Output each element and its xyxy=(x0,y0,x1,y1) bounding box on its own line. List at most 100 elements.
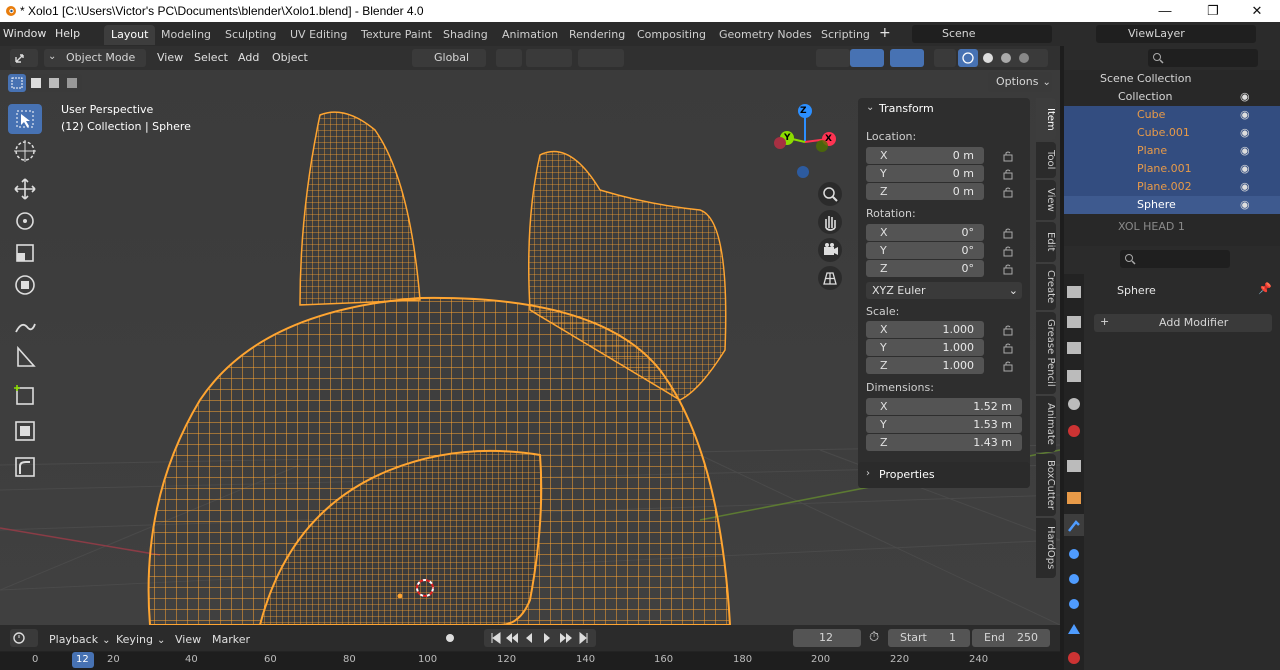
location-x-field[interactable]: X 0 m xyxy=(866,147,984,164)
editor-type-button[interactable] xyxy=(10,49,38,67)
transform-tool[interactable] xyxy=(8,270,42,300)
location-y-field[interactable]: Y 0 m xyxy=(866,165,984,182)
tab-animate[interactable]: Animate xyxy=(1036,396,1056,452)
tab-modeling[interactable]: Modeling xyxy=(154,25,218,45)
menu-object[interactable]: Object xyxy=(272,49,308,67)
scale-x-field[interactable]: X 1.000 xyxy=(866,321,984,338)
hardops-tool[interactable] xyxy=(8,452,42,482)
tab-uv-editing[interactable]: UV Editing xyxy=(283,25,354,45)
menu-marker[interactable]: Marker xyxy=(212,631,250,649)
editor-type-button[interactable] xyxy=(10,629,38,647)
add-modifier-button[interactable]: + Add Modifier xyxy=(1094,314,1272,332)
transform-header[interactable]: Transform xyxy=(879,102,934,115)
perspective-toggle-icon[interactable] xyxy=(818,266,842,290)
pin-icon[interactable]: 📌 xyxy=(1258,282,1272,295)
location-z-field[interactable]: Z 0 m xyxy=(866,183,984,200)
outliner-row-scene-collection[interactable]: Scene Collection xyxy=(1064,70,1280,88)
outliner-row-plane[interactable]: Plane ◉ xyxy=(1064,142,1280,160)
lock-icon[interactable] xyxy=(1002,263,1014,275)
properties-search-input[interactable] xyxy=(1120,250,1230,268)
tab-layout[interactable]: Layout xyxy=(104,25,156,45)
options-dropdown[interactable]: Options xyxy=(988,72,1052,92)
lock-icon[interactable] xyxy=(1002,150,1014,162)
tab-shading[interactable]: Shading xyxy=(436,25,495,45)
menu-add[interactable]: Add xyxy=(238,49,259,67)
scene-selector[interactable]: Scene xyxy=(912,25,1052,43)
visibility-icon[interactable] xyxy=(816,49,850,67)
outliner-row-xol-head[interactable]: XOL HEAD 1 xyxy=(1064,218,1280,236)
eye-icon[interactable]: ◉ xyxy=(1240,162,1250,175)
menu-view[interactable]: View xyxy=(175,631,201,649)
tab-create[interactable]: Create xyxy=(1036,264,1056,310)
mode-dropdown[interactable]: Object Mode xyxy=(44,49,146,67)
lock-icon[interactable] xyxy=(1002,168,1014,180)
tab-view[interactable]: View xyxy=(1036,180,1056,220)
camera-view-icon[interactable] xyxy=(818,238,842,262)
properties-subpanel-header[interactable]: › Properties xyxy=(858,462,1030,488)
pivot-icon[interactable] xyxy=(496,49,522,67)
rotation-z-field[interactable]: Z 0° xyxy=(866,260,984,277)
viewlayer-selector[interactable]: ViewLayer xyxy=(1096,25,1256,43)
overlay-toggle-icon[interactable] xyxy=(890,49,924,67)
eye-icon[interactable]: ◉ xyxy=(1240,108,1250,121)
start-frame-field[interactable]: Start 1 xyxy=(888,629,970,647)
outliner-row-cube[interactable]: Cube ◉ xyxy=(1064,106,1280,124)
select-box-tool[interactable] xyxy=(8,104,42,134)
stopwatch-icon[interactable]: ⏱ xyxy=(869,630,879,645)
add-cube-tool[interactable] xyxy=(8,380,42,410)
eye-icon[interactable]: ◉ xyxy=(1240,90,1250,103)
eye-icon[interactable]: ◉ xyxy=(1240,144,1250,157)
menu-keying[interactable]: Keying xyxy=(116,631,165,649)
menu-playback[interactable]: Playback xyxy=(49,631,110,649)
tab-boxcutter[interactable]: BoxCutter xyxy=(1036,454,1056,516)
dimensions-z-field[interactable]: Z 1.43 m xyxy=(866,434,1022,451)
eye-icon[interactable]: ◉ xyxy=(1240,198,1250,211)
lock-icon[interactable] xyxy=(1002,227,1014,239)
gizmo-toggle-icon[interactable] xyxy=(850,49,884,67)
move-tool[interactable] xyxy=(8,174,42,204)
tab-item[interactable]: Item xyxy=(1036,98,1056,140)
minimize-button[interactable]: — xyxy=(1142,0,1188,22)
outliner-search-input[interactable] xyxy=(1148,49,1258,67)
tab-rendering[interactable]: Rendering xyxy=(562,25,632,45)
xray-icon[interactable] xyxy=(934,49,956,67)
tab-texture-paint[interactable]: Texture Paint xyxy=(354,25,439,45)
close-button[interactable]: ✕ xyxy=(1234,0,1280,22)
measure-tool[interactable] xyxy=(8,342,42,372)
annotate-tool[interactable] xyxy=(8,310,42,340)
end-frame-field[interactable]: End 250 xyxy=(972,629,1050,647)
menu-window[interactable]: Window xyxy=(3,27,46,40)
lock-icon[interactable] xyxy=(1002,342,1014,354)
menu-select[interactable]: Select xyxy=(194,49,228,67)
pan-hand-icon[interactable] xyxy=(818,210,842,234)
proportional-edit-icon[interactable] xyxy=(578,49,624,67)
menu-help[interactable]: Help xyxy=(55,27,80,40)
eye-icon[interactable]: ◉ xyxy=(1240,126,1250,139)
outliner-row-cube-001[interactable]: Cube.001 ◉ xyxy=(1064,124,1280,142)
outliner-row-plane-001[interactable]: Plane.001 ◉ xyxy=(1064,160,1280,178)
cursor-tool[interactable] xyxy=(8,136,42,166)
lock-icon[interactable] xyxy=(1002,360,1014,372)
rotation-mode-dropdown[interactable]: XYZ Euler ⌄ xyxy=(866,282,1022,299)
add-workspace-button[interactable]: + xyxy=(879,25,891,41)
rotation-y-field[interactable]: Y 0° xyxy=(866,242,984,259)
boxcutter-tool[interactable] xyxy=(8,416,42,446)
lock-icon[interactable] xyxy=(1002,324,1014,336)
zoom-icon[interactable] xyxy=(818,182,842,206)
tab-edit[interactable]: Edit xyxy=(1036,222,1056,262)
rotation-x-field[interactable]: X 0° xyxy=(866,224,984,241)
rotate-tool[interactable] xyxy=(8,206,42,236)
scale-z-field[interactable]: Z 1.000 xyxy=(866,357,984,374)
tab-tool[interactable]: Tool xyxy=(1036,142,1056,178)
outliner-row-collection[interactable]: Collection ◉ xyxy=(1064,88,1280,106)
outliner-row-sphere[interactable]: Sphere ◉ xyxy=(1064,196,1280,214)
chevron-down-icon[interactable]: ⌄ xyxy=(866,102,874,113)
tab-geometry-nodes[interactable]: Geometry Nodes xyxy=(712,25,819,45)
tab-hardops[interactable]: HardOps xyxy=(1036,518,1056,578)
tab-scripting[interactable]: Scripting xyxy=(814,25,877,45)
tab-sculpting[interactable]: Sculpting xyxy=(218,25,283,45)
scale-tool[interactable] xyxy=(8,238,42,268)
eye-icon[interactable]: ◉ xyxy=(1240,180,1250,193)
lock-icon[interactable] xyxy=(1002,186,1014,198)
lock-icon[interactable] xyxy=(1002,245,1014,257)
